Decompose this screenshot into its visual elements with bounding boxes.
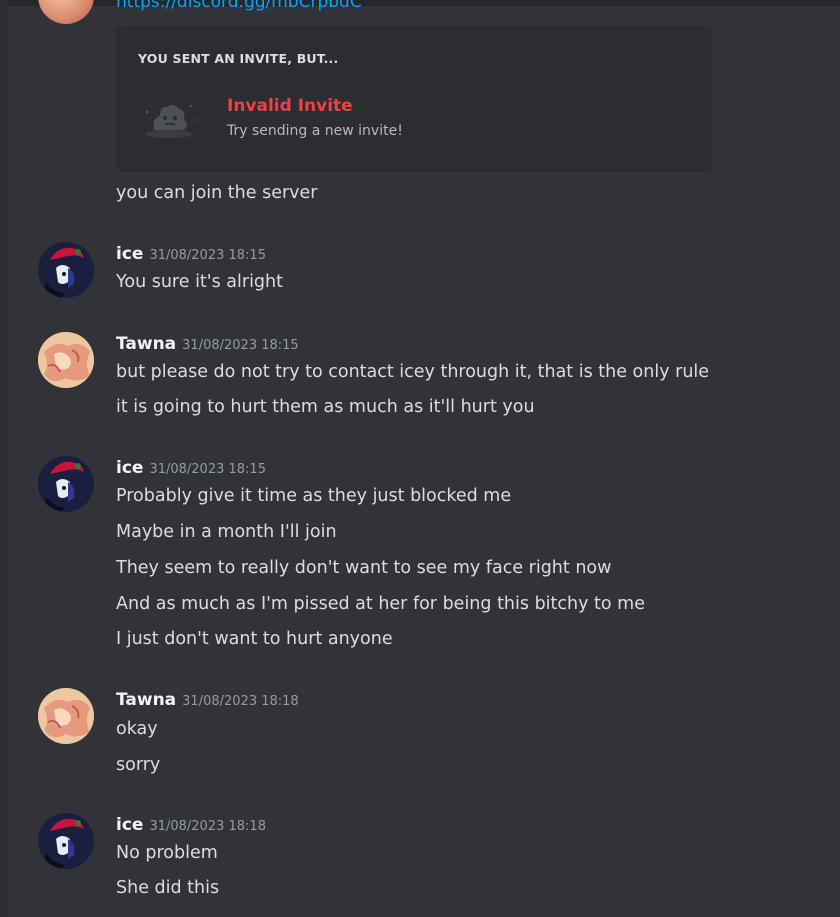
avatar[interactable] [38, 0, 94, 24]
message-text: you can join the server [116, 183, 318, 203]
ice-avatar-icon [38, 242, 94, 298]
message-text: okay [116, 719, 158, 739]
invite-subtitle: Try sending a new invite! [227, 123, 403, 139]
tawna-avatar-icon [38, 332, 94, 388]
avatar[interactable] [38, 332, 94, 388]
ice-avatar-icon [38, 456, 94, 512]
message-text: it is going to hurt them as much as it'l… [116, 397, 535, 417]
avatar[interactable] [38, 242, 94, 298]
username[interactable]: Tawna [116, 334, 176, 354]
message-text: They seem to really don't want to see my… [116, 558, 612, 578]
username[interactable]: ice [116, 244, 143, 264]
tawna-avatar-icon [38, 688, 94, 744]
avatar[interactable] [38, 456, 94, 512]
username[interactable]: ice [116, 815, 143, 835]
avatar[interactable] [38, 813, 94, 869]
broken-invite-icon [145, 104, 195, 138]
timestamp: 31/08/2023 18:18 [149, 819, 266, 834]
message-header: ice 31/08/2023 18:18 [116, 815, 266, 835]
username[interactable]: ice [116, 458, 143, 478]
message-header: ice 31/08/2023 18:15 [116, 458, 266, 478]
message-header: Tawna 31/08/2023 18:18 [116, 690, 299, 710]
timestamp: 31/08/2023 18:15 [149, 248, 266, 263]
username[interactable]: Tawna [116, 690, 176, 710]
invite-embed-header: YOU SENT AN INVITE, BUT... [138, 51, 339, 66]
timestamp: 31/08/2023 18:15 [182, 338, 299, 353]
chat-window: https://discord.gg/mbCrpbdC YOU SENT AN … [0, 0, 840, 917]
invite-embed: YOU SENT AN INVITE, BUT... Invalid Invit… [116, 26, 712, 172]
timestamp: 31/08/2023 18:18 [182, 694, 299, 709]
message-text: sorry [116, 755, 161, 775]
timestamp: 31/08/2023 18:15 [149, 462, 266, 477]
invite-title: Invalid Invite [227, 96, 353, 116]
message-text: Maybe in a month I'll join [116, 522, 337, 542]
message-text: Probably give it time as they just block… [116, 486, 512, 506]
message-text: No problem [116, 843, 218, 863]
message-header: ice 31/08/2023 18:15 [116, 244, 266, 264]
avatar[interactable] [38, 688, 94, 744]
message-text: She did this [116, 878, 220, 898]
message-text: You sure it's alright [116, 272, 283, 292]
ice-avatar-icon [38, 813, 94, 869]
left-panel-edge [0, 0, 8, 917]
invite-link[interactable]: https://discord.gg/mbCrpbdC [116, 0, 362, 12]
message-text: but please do not try to contact icey th… [116, 362, 710, 382]
message-header: Tawna 31/08/2023 18:15 [116, 334, 299, 354]
message-text: And as much as I'm pissed at her for bei… [116, 594, 645, 614]
message-text: I just don't want to hurt anyone [116, 629, 393, 649]
